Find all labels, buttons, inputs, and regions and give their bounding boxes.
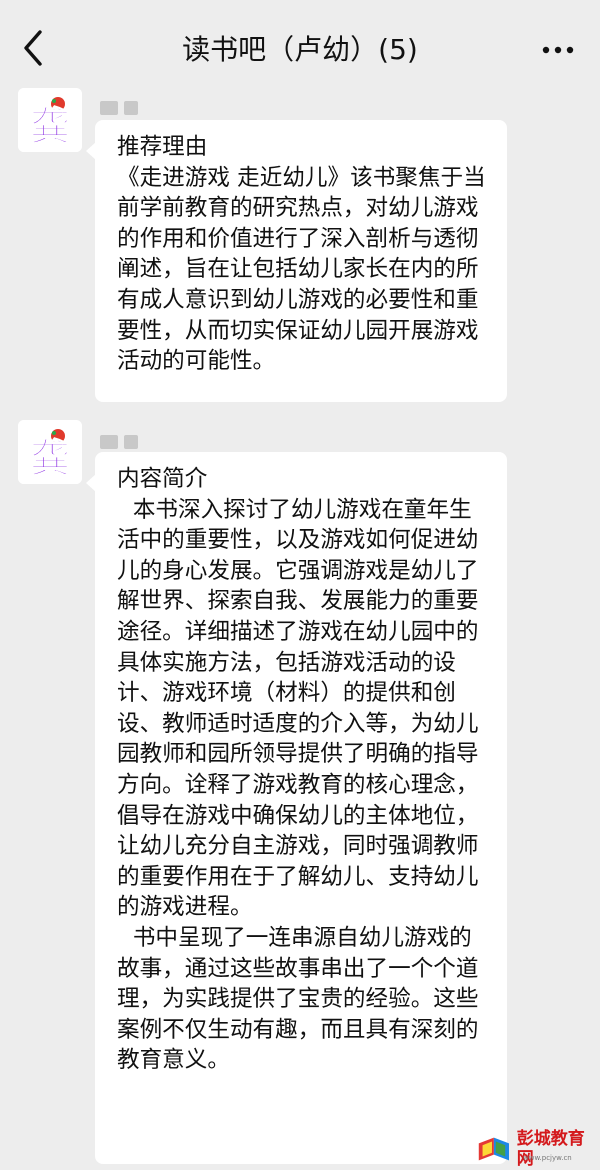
back-button[interactable] — [14, 22, 54, 74]
blurred-name-block — [100, 101, 118, 115]
chevron-left-icon — [24, 30, 42, 66]
watermark-text: 彭城教育网 — [516, 1129, 585, 1169]
site-watermark: 彭城教育网 www.pcjyw.cn — [475, 1129, 597, 1169]
message-paragraph: 本书深入探讨了幼儿游戏在童年生活中的重要性，以及游戏如何促进幼儿的身心发展。它强… — [117, 496, 479, 921]
watermark-domain: www.pcjyw.cn — [523, 1154, 572, 1162]
avatar-glyph: 龚 — [30, 436, 70, 482]
chat-title: 读书吧（卢幼）(5) — [182, 33, 418, 66]
blurred-name-block — [124, 101, 138, 115]
ellipsis-icon — [542, 46, 574, 54]
message-heading: 内容简介 — [117, 466, 208, 492]
avatar[interactable]: 龚 — [18, 420, 82, 484]
message-heading: 推荐理由 — [117, 134, 208, 160]
sender-name-blurred — [100, 432, 162, 452]
avatar-image: 龚 — [18, 420, 82, 484]
blurred-name-block — [124, 435, 138, 449]
sender-name-blurred — [100, 98, 162, 118]
top-bar: 读书吧（卢幼）(5) — [0, 0, 600, 100]
message-bubble[interactable]: 推荐理由 《走进游戏 走近幼儿》该书聚焦于当前学前教育的研究热点，对幼儿游戏的作… — [86, 120, 507, 402]
book-logo-icon — [478, 1137, 509, 1161]
message-paragraph: 《走进游戏 走近幼儿》该书聚焦于当前学前教育的研究热点，对幼儿游戏的作用和价值进… — [117, 164, 486, 375]
avatar[interactable]: 龚 — [18, 88, 82, 152]
avatar-glyph: 龚 — [30, 104, 70, 150]
blurred-name-block — [100, 435, 118, 449]
more-button[interactable] — [530, 30, 586, 70]
message-bubble[interactable]: 内容简介 本书深入探讨了幼儿游戏在童年生活中的重要性，以及游戏如何促进幼儿的身心… — [86, 452, 507, 1164]
avatar-image: 龚 — [18, 88, 82, 152]
message-paragraph: 书中呈现了一连串源自幼儿游戏的故事，通过这些故事串出了一个个道理，为实践提供了宝… — [117, 924, 479, 1074]
